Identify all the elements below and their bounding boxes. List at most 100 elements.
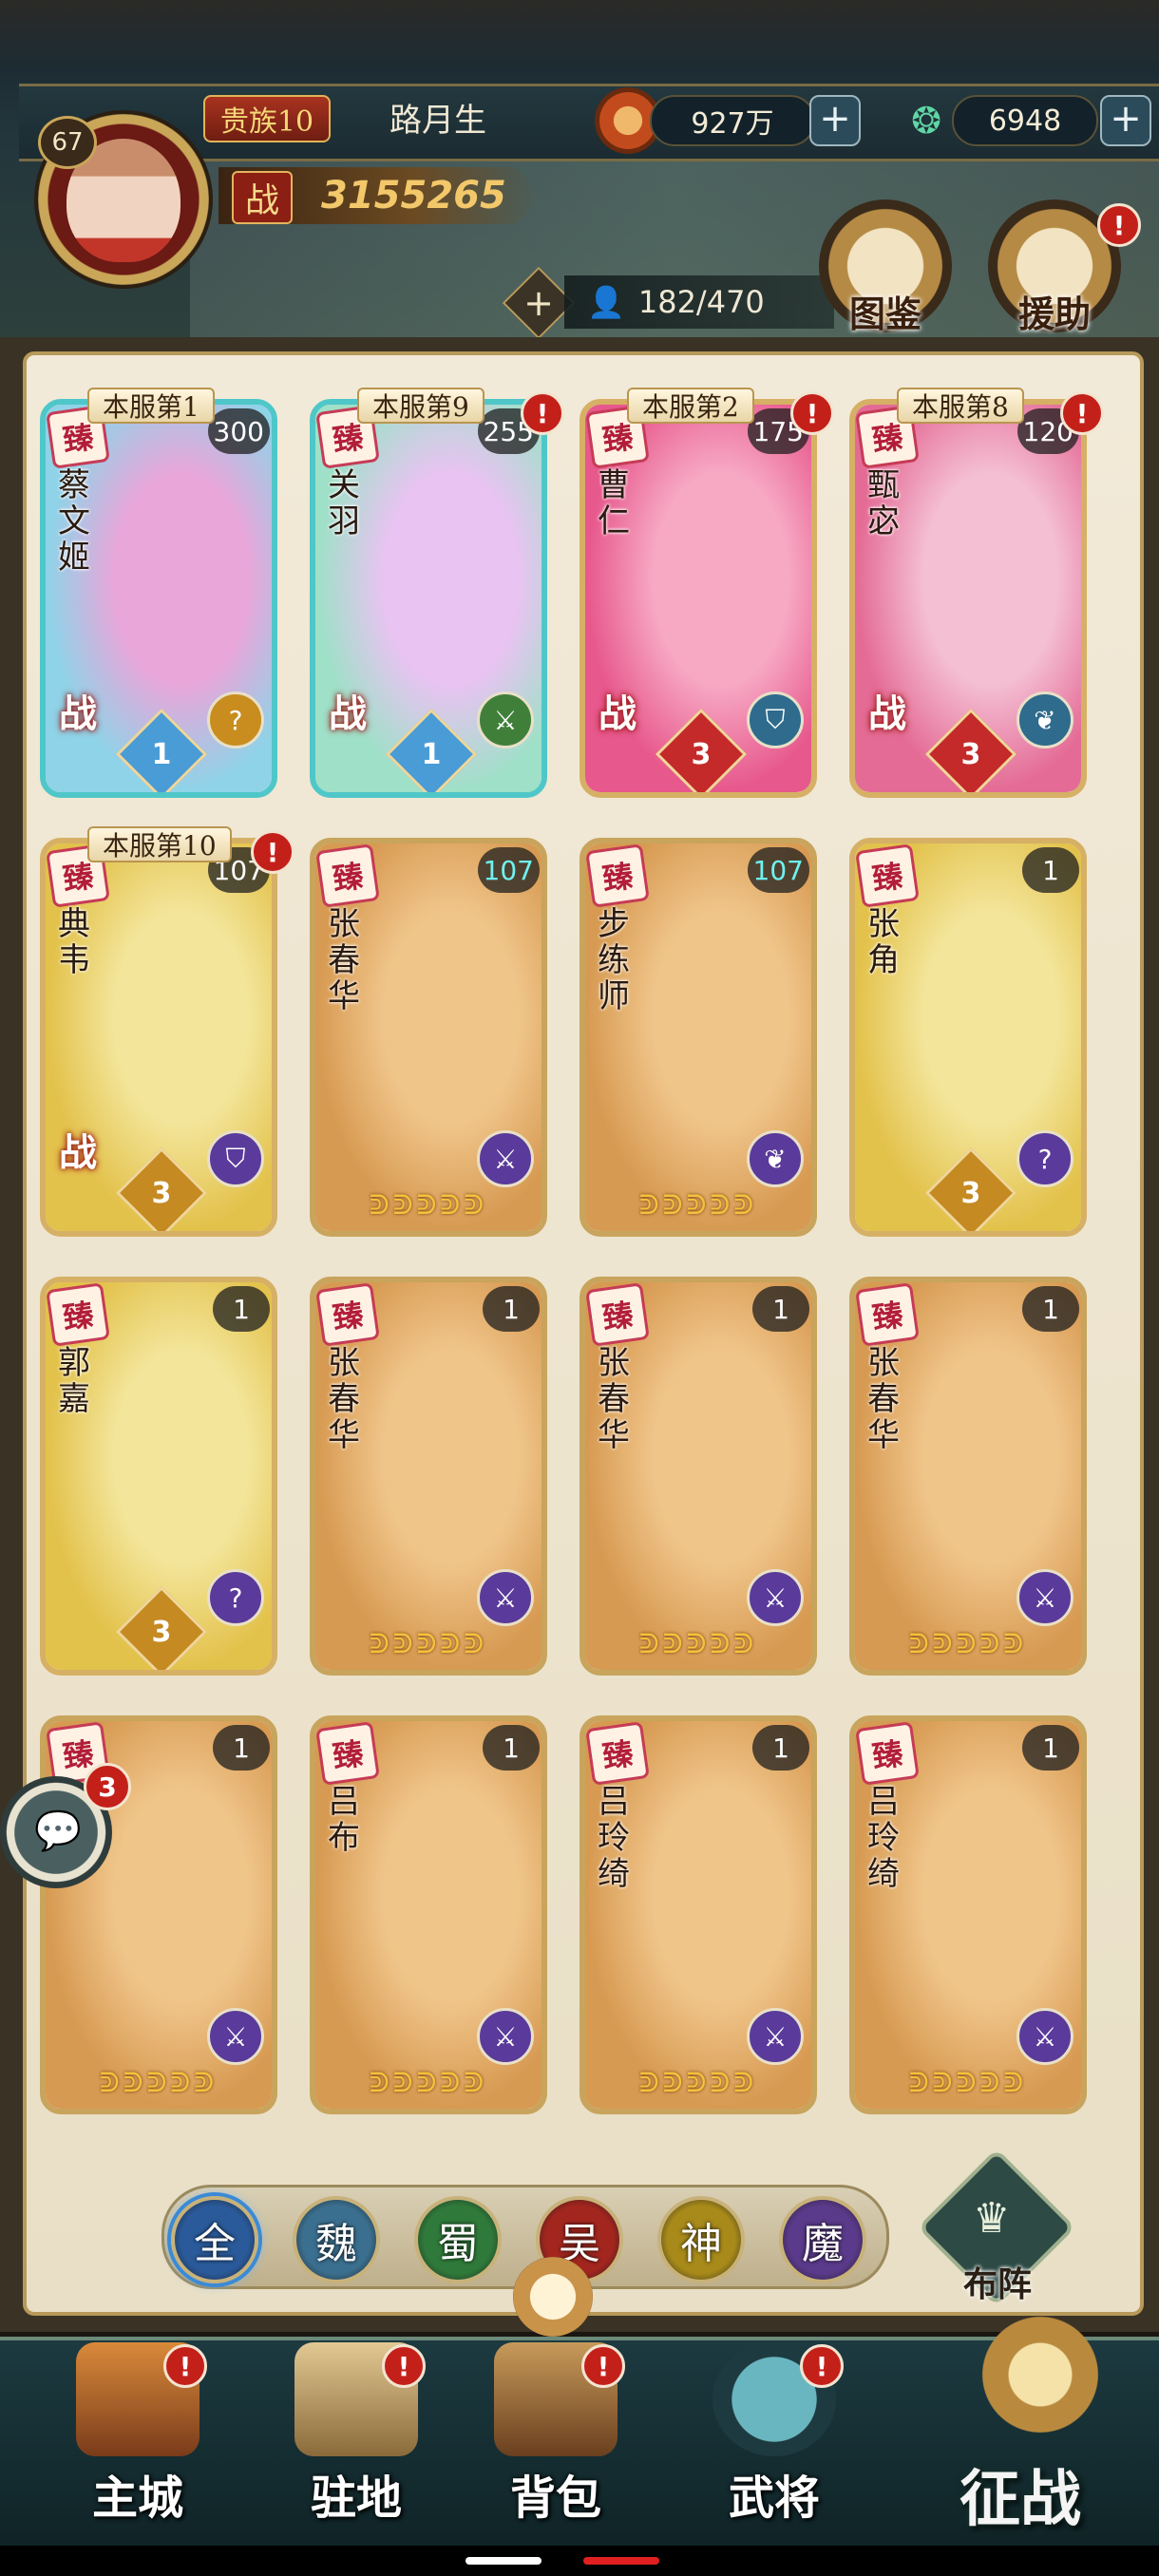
hero-class-icon: ⚔ <box>1016 2008 1074 2065</box>
deployed-battle-icon: 战 <box>59 691 97 736</box>
garrison-alert: ! <box>382 2344 426 2388</box>
hero-card[interactable]: 臻郭嘉 1 3? <box>40 1277 277 1676</box>
hero-class-icon: ? <box>207 691 264 748</box>
hero-class-icon: ⚔ <box>477 691 534 748</box>
nav-garrison[interactable]: ! 驻地 <box>276 2342 437 2532</box>
sort-filter-button[interactable] <box>513 2257 593 2337</box>
hero-grade-tag: 臻 <box>855 1282 920 1347</box>
conquest-button[interactable]: 征战 <box>912 2299 1159 2536</box>
hero-name: 吕布 <box>328 1783 360 1857</box>
jade-amount: 6948 <box>952 95 1098 146</box>
home-indicator-active <box>583 2557 659 2565</box>
hero-card[interactable]: 臻吕布 1 ᕲᕲᕲᕲᕲ ⚔ <box>310 1715 547 2114</box>
hero-card[interactable]: 臻张春华 1 ᕲᕲᕲᕲᕲ ⚔ <box>580 1277 817 1676</box>
hero-name: 吕玲绮 <box>598 1783 630 1893</box>
system-bar <box>0 2546 1159 2576</box>
hero-level: 1 <box>213 1725 270 1771</box>
hero-stars: ᕲᕲᕲᕲᕲ <box>638 1628 758 1659</box>
nav-label: 驻地 <box>310 2472 402 2525</box>
add-jade-button[interactable]: + <box>1100 95 1151 146</box>
aid-label: 援助 <box>1017 293 1091 335</box>
hero-stars: ᕲᕲᕲᕲᕲ <box>908 1628 1028 1659</box>
generals-alert: ! <box>800 2344 844 2388</box>
nav-label: 背包 <box>509 2472 601 2525</box>
hero-card[interactable]: 臻张角 1 3? <box>849 838 1087 1237</box>
hero-card[interactable]: 臻甄宓 120 战 3 ❦ <box>849 399 1087 798</box>
hero-grade-tag: 臻 <box>585 843 650 908</box>
server-rank-banner: 本服第10 <box>87 826 232 862</box>
add-copper-button[interactable]: + <box>809 95 861 146</box>
hero-name: 蔡文姬 <box>58 466 90 577</box>
hero-class-icon: ⛉ <box>747 691 804 748</box>
hero-stars: ᕲᕲᕲᕲᕲ <box>369 1189 488 1221</box>
faction-filter-0[interactable]: 全 <box>171 2196 258 2283</box>
hero-card[interactable]: 臻吕玲绮 1 ᕲᕲᕲᕲᕲ ⚔ <box>849 1715 1087 2114</box>
chat-bubble-icon: 💬 <box>34 1809 82 1853</box>
hero-level: 107 <box>747 847 809 893</box>
hero-level: 107 <box>477 847 540 893</box>
hero-card[interactable]: 臻张春华 107 ᕲᕲᕲᕲᕲ ⚔ <box>310 838 547 1237</box>
faction-filter-4[interactable]: 神 <box>657 2196 745 2283</box>
hero-name: 张角 <box>867 905 900 979</box>
nav-backpack[interactable]: ! 背包 <box>475 2342 636 2532</box>
nav-main-city[interactable]: ! 主城 <box>57 2342 218 2532</box>
deployed-battle-icon: 战 <box>59 1130 97 1175</box>
hero-level: 1 <box>752 1286 809 1332</box>
hero-class-icon: ⚔ <box>477 1569 534 1626</box>
hero-level: 1 <box>1022 1286 1079 1332</box>
hero-alert-badge: ! <box>521 391 564 435</box>
hero-card[interactable]: 臻张春华 1 ᕲᕲᕲᕲᕲ ⚔ <box>849 1277 1087 1676</box>
hero-card[interactable]: 臻曹仁 175 战 3 ⛉ <box>580 399 817 798</box>
hero-rank-value: 1 <box>151 737 172 771</box>
hero-name: 张春华 <box>867 1344 900 1454</box>
hero-grade-tag: 臻 <box>315 1721 380 1786</box>
hero-stars: ᕲᕲᕲᕲᕲ <box>99 2067 218 2098</box>
faction-filter-5[interactable]: 魔 <box>779 2196 866 2283</box>
hero-grade-tag: 臻 <box>585 1721 650 1786</box>
formation-icon: ♛ <box>973 2194 1011 2243</box>
deployed-battle-icon: 战 <box>868 691 906 736</box>
noble-title-badge[interactable]: 贵族10 <box>203 95 331 142</box>
hero-rank-value: 3 <box>960 737 981 771</box>
faction-filter-1[interactable]: 魏 <box>293 2196 380 2283</box>
nav-label: 主城 <box>91 2472 183 2525</box>
hero-card[interactable]: 臻蔡文姬 300 战 1? <box>40 399 277 798</box>
codex-label: 图鉴 <box>848 293 922 335</box>
hero-level: 1 <box>483 1286 540 1332</box>
server-rank-banner: 本服第2 <box>627 388 754 424</box>
hero-class-icon: ⚔ <box>207 2008 264 2065</box>
hero-card[interactable]: 臻吕玲绮 1 ᕲᕲᕲᕲᕲ ⚔ <box>580 1715 817 2114</box>
hero-name: 关羽 <box>328 466 360 540</box>
hero-card[interactable]: 臻张春华 1 ᕲᕲᕲᕲᕲ ⚔ <box>310 1277 547 1676</box>
person-icon: 👤 <box>587 284 625 320</box>
combat-power-icon: 战 <box>232 171 293 224</box>
hero-card[interactable]: 臻华1ᕲᕲᕲᕲᕲ⚔ <box>40 1715 277 2114</box>
copper-amount: 927万 <box>650 95 815 146</box>
plus-icon: + <box>523 282 554 324</box>
hero-class-icon: ⚔ <box>1016 1569 1074 1626</box>
hero-class-icon: ⚔ <box>477 2008 534 2065</box>
hero-level: 1 <box>1022 847 1079 893</box>
hero-class-icon: ❦ <box>747 1130 804 1187</box>
nav-generals[interactable]: ! 武将 <box>694 2342 855 2532</box>
server-rank-banner: 本服第1 <box>87 388 215 424</box>
server-rank-banner: 本服第8 <box>897 388 1024 424</box>
hero-grade-tag: 臻 <box>855 843 920 908</box>
hero-card[interactable]: 臻步练师 107 ᕲᕲᕲᕲᕲ ❦ <box>580 838 817 1237</box>
hero-class-icon: ⚔ <box>747 1569 804 1626</box>
hero-name: 典韦 <box>58 905 90 979</box>
faction-filter-2[interactable]: 蜀 <box>414 2196 502 2283</box>
hero-name: 步练师 <box>598 905 630 1015</box>
hero-level: 1 <box>213 1286 270 1332</box>
player-level-badge: 67 <box>38 116 97 169</box>
hero-capacity-value: 182/470 <box>637 284 765 320</box>
hero-card[interactable]: 臻关羽 255 战 1 ⚔ <box>310 399 547 798</box>
hero-card[interactable]: 臻典韦 107 战 3 ⛉ <box>40 838 277 1237</box>
hero-class-icon: ⚔ <box>477 1130 534 1187</box>
hero-stars: ᕲᕲᕲᕲᕲ <box>369 2067 488 2098</box>
hero-level: 1 <box>483 1725 540 1771</box>
player-name: 路月生 <box>390 101 486 140</box>
hero-grade-tag: 臻 <box>315 843 380 908</box>
combat-power-value: 3155265 <box>321 174 506 218</box>
hero-name: 张春华 <box>598 1344 630 1454</box>
